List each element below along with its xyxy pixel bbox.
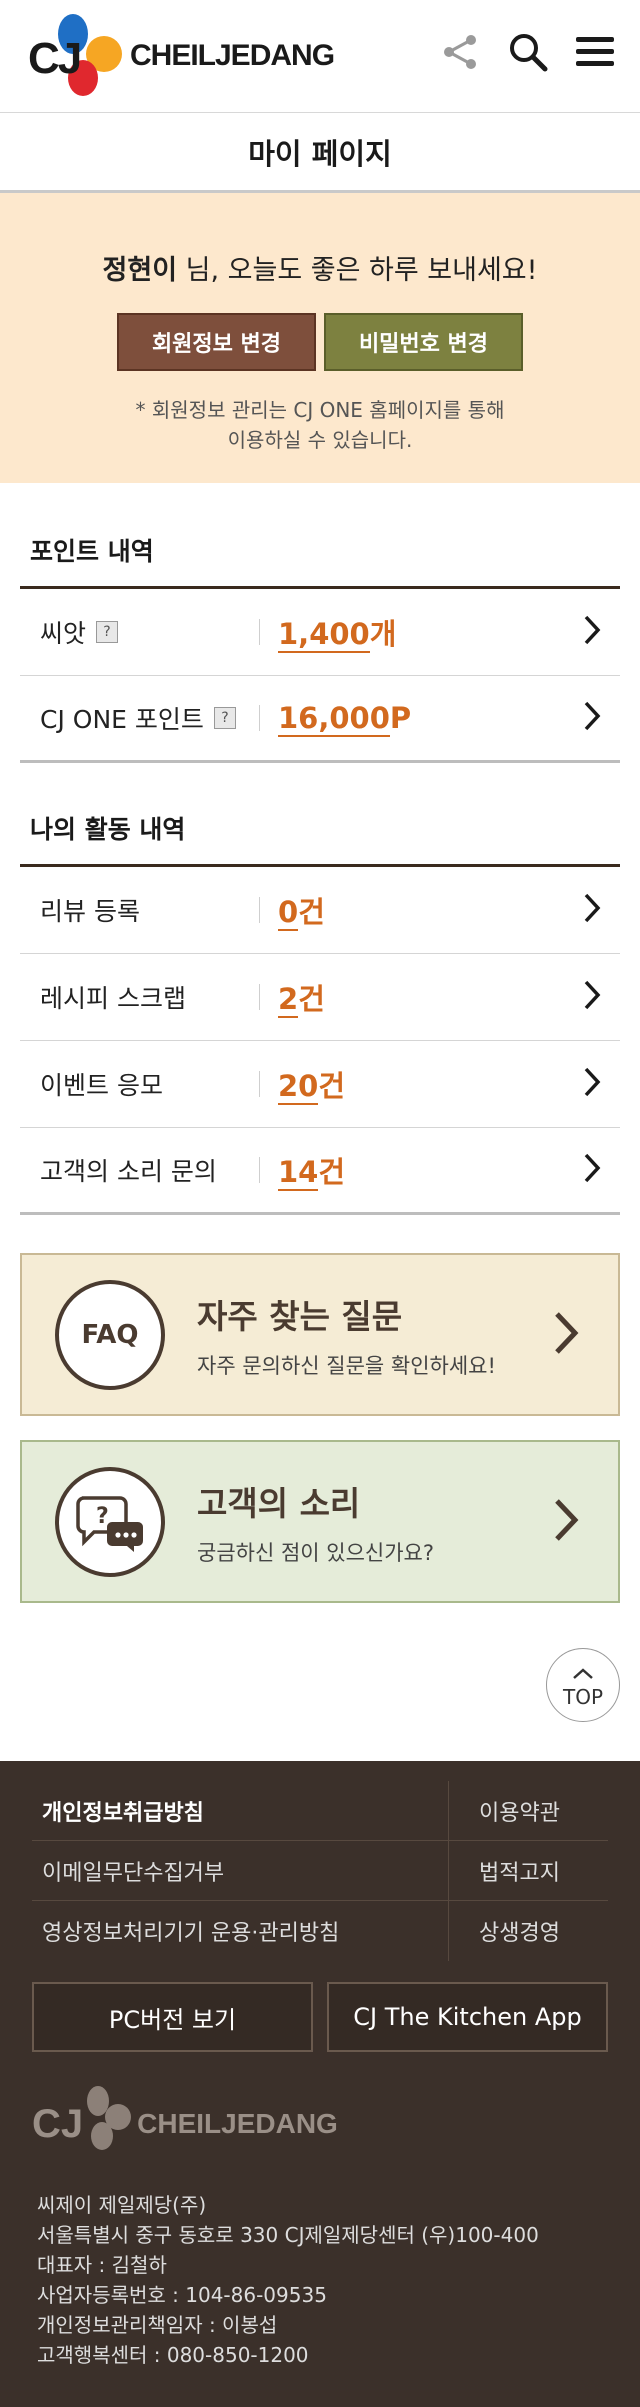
page-title: 마이 페이지: [0, 113, 640, 193]
footer-logo-text: CHEILJEDANG: [137, 2108, 338, 2139]
faq-badge: FAQ: [55, 1279, 165, 1390]
row-value: 20건: [278, 1063, 345, 1105]
business-number: 사업자등록번호 : 104-86-09535: [37, 2283, 327, 2307]
shared-growth-link[interactable]: 상생경영: [449, 1915, 608, 1947]
privacy-policy-link[interactable]: 개인정보취급방침: [32, 1781, 449, 1840]
cj-logo-mark: CJ: [28, 14, 128, 98]
greeting-message: 님, 오늘도 좋은 하루 보내세요!: [177, 255, 538, 286]
cctv-policy-link[interactable]: 영상정보처리기기 운용·관리방침: [32, 1901, 449, 1961]
voc-subtitle: 궁금하신 점이 있으신가요?: [197, 1540, 435, 1565]
chevron-right-icon: [552, 1497, 580, 1547]
value-unit: 개: [369, 617, 397, 651]
footer-logo-cj: CJ: [32, 2101, 84, 2146]
row-value: 14건: [278, 1149, 345, 1191]
activity-row-event[interactable]: 이벤트 응모 20건: [20, 1041, 620, 1128]
cj-cheiljedang-logo[interactable]: CJ CHEILJEDANG: [28, 14, 335, 98]
site-header: CJ CHEILJEDANG: [0, 0, 640, 113]
value-number: 1,400: [278, 617, 370, 653]
value-unit: 건: [298, 895, 325, 929]
faq-title: 자주 찾는 질문: [197, 1296, 403, 1336]
search-icon[interactable]: [508, 32, 548, 72]
greeting-note-line1: * 회원정보 관리는 CJ ONE 홈페이지를 통해: [135, 398, 505, 422]
voice-of-customer-banner[interactable]: ? 고객의 소리 궁금하신 점이 있으신가요?: [20, 1440, 620, 1603]
chevron-up-icon: [572, 1661, 594, 1685]
user-name: 정현이: [102, 255, 178, 286]
row-label: 씨앗: [40, 619, 87, 648]
row-label: 고객의 소리 문의: [40, 1157, 217, 1186]
greeting-note: * 회원정보 관리는 CJ ONE 홈페이지를 통해 이용하실 수 있습니다.: [0, 395, 640, 455]
row-label: CJ ONE 포인트: [40, 705, 204, 734]
value-number: 2: [278, 982, 299, 1018]
company-address: 서울특별시 중구 동호로 330 CJ제일제당센터 (우)100-400: [37, 2223, 539, 2247]
top-label: TOP: [562, 1685, 604, 1709]
row-value: 1,400개: [278, 611, 396, 653]
greeting-note-line2: 이용하실 수 있습니다.: [227, 428, 413, 452]
value-unit: 건: [318, 1155, 346, 1189]
value-number: 14: [278, 1155, 319, 1191]
row-value: 2건: [278, 976, 325, 1018]
chevron-right-icon: [582, 892, 602, 928]
activity-row-review[interactable]: 리뷰 등록 0건: [20, 867, 620, 954]
value-unit: 건: [318, 1069, 346, 1103]
points-title: 포인트 내역: [20, 483, 620, 589]
chevron-right-icon: [582, 614, 602, 650]
chevron-right-icon: [582, 1066, 602, 1102]
points-row-cjone[interactable]: CJ ONE 포인트? 16,000P: [20, 676, 620, 763]
footer-logo-mark: [77, 2082, 137, 2166]
logo-cj-text: CJ: [28, 34, 82, 83]
activity-section: 나의 활동 내역 리뷰 등록 0건 레시피 스크랩 2건 이벤트 응모 20건 …: [0, 763, 640, 1215]
company-info: 씨제이 제일제당(주) 서울특별시 중구 동호로 330 CJ제일제당센터 (우…: [32, 2190, 608, 2370]
scroll-top-button[interactable]: TOP: [546, 1648, 620, 1722]
logo-text: CHEILJEDANG: [130, 39, 335, 72]
site-footer: 개인정보취급방침 이용약관 이메일무단수집거부 법적고지 영상정보처리기기 운용…: [0, 1761, 640, 2407]
row-value: 16,000P: [278, 701, 412, 737]
row-label: 레시피 스크랩: [40, 984, 186, 1013]
terms-link[interactable]: 이용약관: [449, 1795, 608, 1827]
chevron-right-icon: [582, 1152, 602, 1188]
activity-row-scrap[interactable]: 레시피 스크랩 2건: [20, 954, 620, 1041]
faq-subtitle: 자주 문의하신 질문을 확인하세요!: [197, 1353, 496, 1378]
voc-title: 고객의 소리: [197, 1483, 361, 1523]
chevron-right-icon: [552, 1310, 580, 1360]
footer-logo: CJ CHEILJEDANG: [32, 2082, 608, 2166]
legal-notice-link[interactable]: 법적고지: [449, 1855, 608, 1887]
greeting-panel: 정현이 님, 오늘도 좋은 하루 보내세요! 회원정보 변경 비밀번호 변경 *…: [0, 193, 640, 483]
value-unit: P: [389, 701, 412, 735]
activity-row-voc[interactable]: 고객의 소리 문의 14건: [20, 1128, 620, 1215]
row-label: 리뷰 등록: [40, 897, 140, 926]
activity-title: 나의 활동 내역: [20, 763, 620, 867]
share-icon[interactable]: [440, 32, 480, 72]
greeting-text: 정현이 님, 오늘도 좋은 하루 보내세요!: [0, 248, 640, 287]
company-name: 씨제이 제일제당(주): [37, 2193, 207, 2217]
chat-bubble-icon: ?: [55, 1466, 165, 1577]
customer-center: 고객행복센터 : 080-850-1200: [37, 2343, 309, 2367]
privacy-officer: 개인정보관리책임자 : 이봉섭: [37, 2313, 278, 2337]
menu-icon[interactable]: [576, 35, 614, 69]
value-number: 0: [278, 895, 299, 931]
help-icon[interactable]: ?: [96, 621, 119, 643]
company-ceo: 대표자 : 김철하: [37, 2253, 167, 2277]
points-row-seed[interactable]: 씨앗? 1,400개: [20, 589, 620, 676]
chevron-right-icon: [582, 979, 602, 1015]
edit-profile-button[interactable]: 회원정보 변경: [117, 313, 316, 371]
value-number: 16,000: [278, 701, 390, 737]
points-section: 포인트 내역 씨앗? 1,400개 CJ ONE 포인트? 16,000P: [0, 483, 640, 763]
email-refusal-link[interactable]: 이메일무단수집거부: [32, 1841, 449, 1900]
faq-banner[interactable]: FAQ 자주 찾는 질문 자주 문의하신 질문을 확인하세요!: [20, 1253, 620, 1416]
row-value: 0건: [278, 889, 325, 931]
value-number: 20: [278, 1069, 319, 1105]
help-icon[interactable]: ?: [213, 707, 236, 729]
chevron-right-icon: [582, 700, 602, 736]
svg-text:?: ?: [96, 1504, 109, 1529]
row-label: 이벤트 응모: [40, 1071, 163, 1100]
change-password-button[interactable]: 비밀번호 변경: [324, 313, 523, 371]
kitchen-app-button[interactable]: CJ The Kitchen App: [327, 1982, 608, 2052]
value-unit: 건: [298, 982, 325, 1016]
pc-version-button[interactable]: PC버전 보기: [32, 1982, 313, 2052]
